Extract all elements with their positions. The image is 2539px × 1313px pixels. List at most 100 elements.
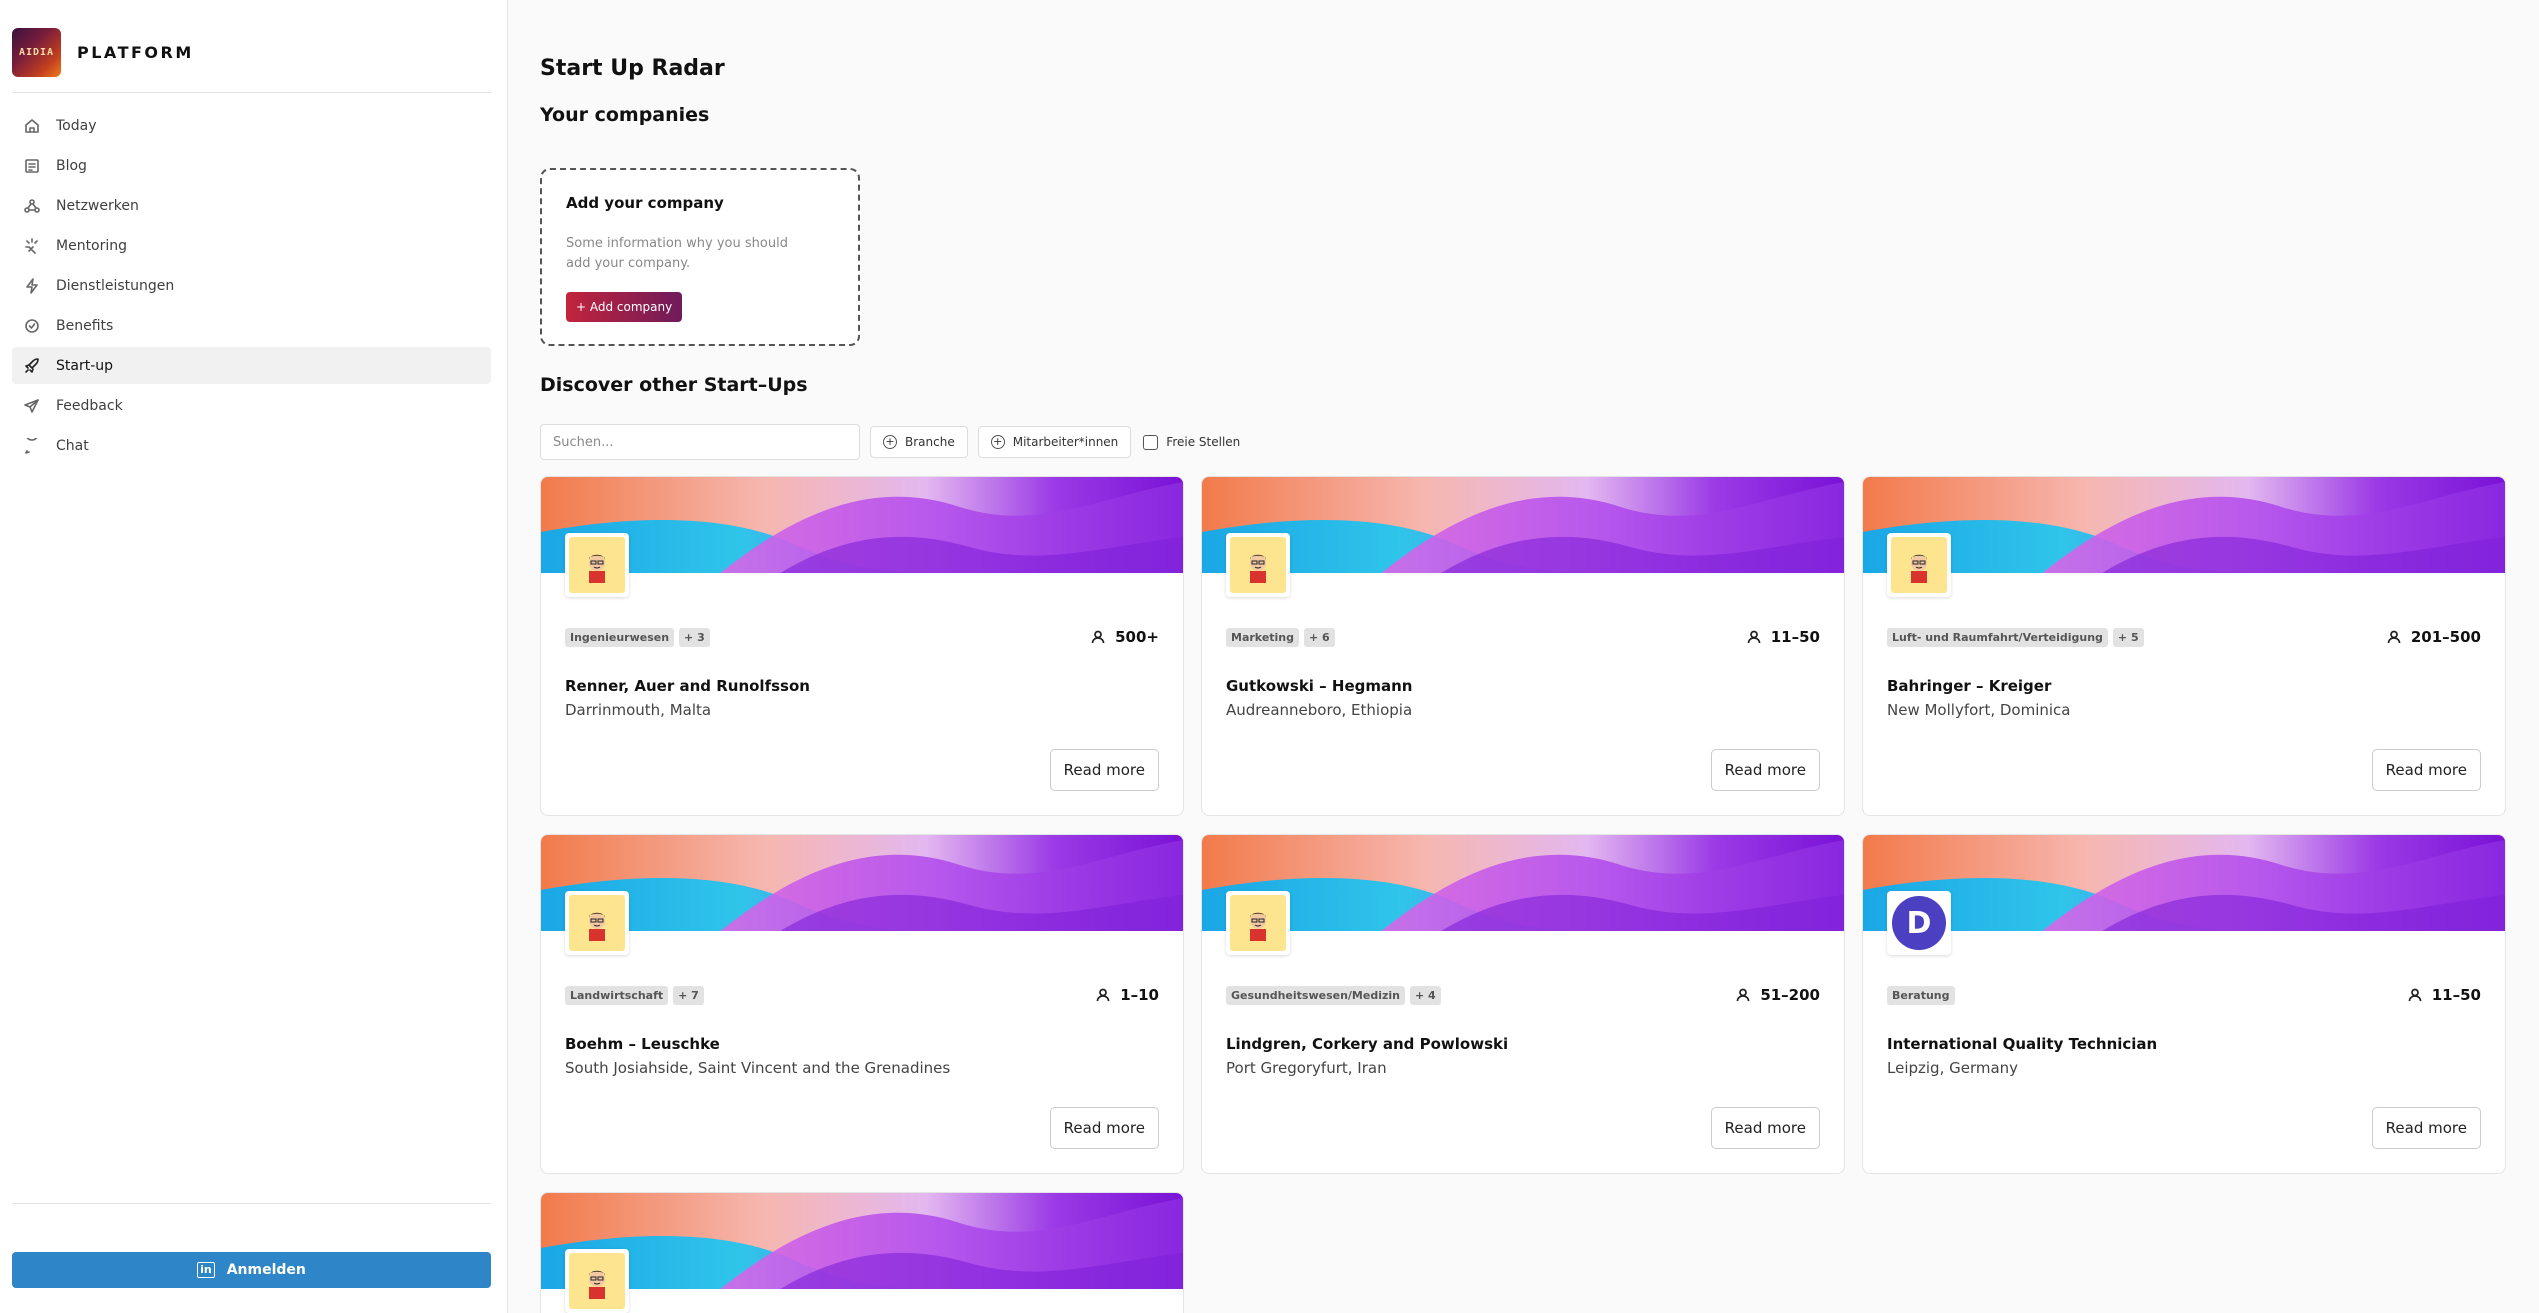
mentoring-icon bbox=[25, 237, 38, 254]
more-tags-badge: + 5 bbox=[2112, 628, 2144, 647]
cartoon-avatar-icon bbox=[1250, 554, 1266, 583]
person-icon bbox=[2408, 988, 2422, 1002]
sidebar-item-label: Today bbox=[56, 117, 97, 134]
employee-count: 1–10 bbox=[1096, 986, 1159, 1004]
card-banner bbox=[541, 1193, 1183, 1289]
more-tags-badge: + 3 bbox=[679, 628, 710, 647]
sidebar-item-blog[interactable]: Blog bbox=[12, 147, 491, 184]
mitarbeiter-filter[interactable]: + Mitarbeiter*innen bbox=[977, 426, 1132, 458]
person-icon bbox=[1736, 988, 1750, 1002]
read-more-button[interactable]: Read more bbox=[1049, 1107, 1159, 1149]
card-banner bbox=[1863, 835, 2505, 931]
sidebar-item-label: Chat bbox=[56, 437, 89, 454]
chat-icon bbox=[25, 437, 38, 454]
industry-tag: Luft- und Raumfahrt/Verteidigung bbox=[1887, 628, 2108, 647]
cartoon-avatar-icon bbox=[589, 554, 605, 583]
company-avatar: D bbox=[1887, 891, 1951, 955]
network-icon bbox=[24, 198, 40, 213]
sidebar-item-label: Feedback bbox=[56, 397, 123, 414]
blog-icon bbox=[25, 158, 39, 173]
person-icon bbox=[1747, 630, 1761, 644]
rocket-icon bbox=[25, 357, 39, 373]
platform-logo: AIDIA bbox=[12, 28, 61, 77]
company-card: Marketing + 6 11–50 Gutkowski – Hegmann A… bbox=[1201, 476, 1845, 816]
company-name: Lindgren, Corkery and Powlowski bbox=[1226, 1035, 1509, 1053]
company-location: Darrinmouth, Malta bbox=[565, 701, 712, 719]
sidebar-item-label: Dienstleistungen bbox=[56, 277, 175, 294]
sidebar-item-today[interactable]: Today bbox=[12, 107, 491, 144]
company-location: Leipzig, Germany bbox=[1887, 1059, 2019, 1077]
search-input[interactable] bbox=[540, 424, 860, 460]
more-tags-badge: + 7 bbox=[673, 986, 704, 1005]
sidebar-item-mentoring[interactable]: Mentoring bbox=[12, 227, 491, 264]
sidebar-item-benefits[interactable]: Benefits bbox=[12, 307, 491, 344]
sidebar-item-start-up[interactable]: Start-up bbox=[12, 347, 491, 384]
cartoon-avatar-icon bbox=[589, 1270, 605, 1299]
plus-circle-icon: + bbox=[883, 435, 897, 449]
sidebar-item-label: Blog bbox=[56, 157, 87, 174]
cartoon-avatar-icon bbox=[589, 912, 605, 941]
employee-count-value: 201–500 bbox=[2410, 628, 2481, 646]
company-avatar bbox=[565, 1249, 629, 1313]
company-location: Port Gregoryfurt, Iran bbox=[1226, 1059, 1387, 1077]
industry-tags: Gesundheitswesen/Medizin + 4 bbox=[1226, 986, 1446, 1005]
more-tags-badge: + 6 bbox=[1304, 628, 1335, 647]
read-more-button[interactable]: Read more bbox=[2371, 1107, 2481, 1149]
checkbox-icon bbox=[1143, 434, 1159, 450]
card-banner bbox=[1202, 835, 1844, 931]
filter-bar: + Branche + Mitarbeiter*innen Freie Stel… bbox=[540, 424, 1240, 460]
company-location: Audreanneboro, Ethiopia bbox=[1226, 701, 1413, 719]
branche-filter[interactable]: + Branche bbox=[870, 426, 968, 458]
company-card: Gesundheitswesen/Medizin + 4 51–200 Lindg… bbox=[1201, 834, 1845, 1174]
company-location: South Josiahside, Saint Vincent and the … bbox=[565, 1059, 951, 1077]
mitarbeiter-label: Mitarbeiter*innen bbox=[1012, 435, 1119, 449]
branche-label: Branche bbox=[905, 435, 955, 449]
company-name: International Quality Technician bbox=[1887, 1035, 2158, 1053]
company-card bbox=[540, 1192, 1184, 1313]
badge-icon bbox=[25, 318, 39, 333]
industry-tag: Ingenieurwesen bbox=[565, 628, 675, 647]
company-name: Bahringer – Kreiger bbox=[1887, 677, 2052, 695]
brand[interactable]: AIDIA PLATFORM bbox=[12, 28, 492, 93]
card-banner bbox=[541, 477, 1183, 573]
company-avatar bbox=[565, 533, 629, 597]
add-company-button[interactable]: + Add company bbox=[566, 292, 683, 322]
industry-tags: Marketing + 6 bbox=[1226, 628, 1340, 647]
add-company-description: Some information why you should add your… bbox=[566, 236, 788, 271]
sidebar-item-dienstleistungen[interactable]: Dienstleistungen bbox=[12, 267, 491, 304]
send-icon bbox=[24, 398, 39, 413]
employee-count: 51–200 bbox=[1736, 986, 1820, 1004]
company-avatar bbox=[565, 891, 629, 955]
read-more-button[interactable]: Read more bbox=[1049, 749, 1159, 791]
read-more-button[interactable]: Read more bbox=[2371, 749, 2481, 791]
login-button[interactable]: in Anmelden bbox=[12, 1252, 491, 1288]
login-label: Anmelden bbox=[226, 1262, 306, 1278]
sidebar-item-label: Mentoring bbox=[56, 237, 128, 254]
sidebar-nav: Today Blog Netzwerken Mentoring Dienstle… bbox=[12, 107, 491, 467]
cartoon-avatar-icon bbox=[1250, 912, 1266, 941]
sidebar-item-netzwerken[interactable]: Netzwerken bbox=[12, 187, 491, 224]
company-card: D Beratung 11–50 International Quality T… bbox=[1862, 834, 2506, 1174]
sidebar-item-label: Start-up bbox=[56, 357, 114, 374]
employee-count-value: 1–10 bbox=[1120, 986, 1159, 1004]
card-banner bbox=[1863, 477, 2505, 573]
industry-tags: Landwirtschaft + 7 bbox=[565, 986, 709, 1005]
company-card: Landwirtschaft + 7 1–10 Boehm – Leuschke … bbox=[540, 834, 1184, 1174]
employee-count: 201–500 bbox=[2387, 628, 2481, 646]
industry-tags: Luft- und Raumfahrt/Verteidigung + 5 bbox=[1887, 628, 2149, 647]
industry-tag: Landwirtschaft bbox=[565, 986, 669, 1005]
sidebar-item-label: Netzwerken bbox=[56, 197, 139, 214]
read-more-button[interactable]: Read more bbox=[1710, 1107, 1820, 1149]
card-banner bbox=[541, 835, 1183, 931]
industry-tag: Gesundheitswesen/Medizin bbox=[1226, 986, 1405, 1005]
cartoon-avatar-icon bbox=[1911, 554, 1927, 583]
employee-count-value: 51–200 bbox=[1760, 986, 1820, 1004]
industry-tags: Beratung bbox=[1887, 986, 1960, 1005]
read-more-button[interactable]: Read more bbox=[1710, 749, 1820, 791]
sidebar-divider bbox=[12, 1203, 491, 1204]
sidebar-item-chat[interactable]: Chat bbox=[12, 427, 491, 464]
sidebar-item-feedback[interactable]: Feedback bbox=[12, 387, 491, 424]
freie-stellen-checkbox[interactable]: Freie Stellen bbox=[1143, 434, 1240, 450]
letter-avatar-icon: D bbox=[1892, 896, 1946, 950]
industry-tags: Ingenieurwesen + 3 bbox=[565, 628, 715, 647]
